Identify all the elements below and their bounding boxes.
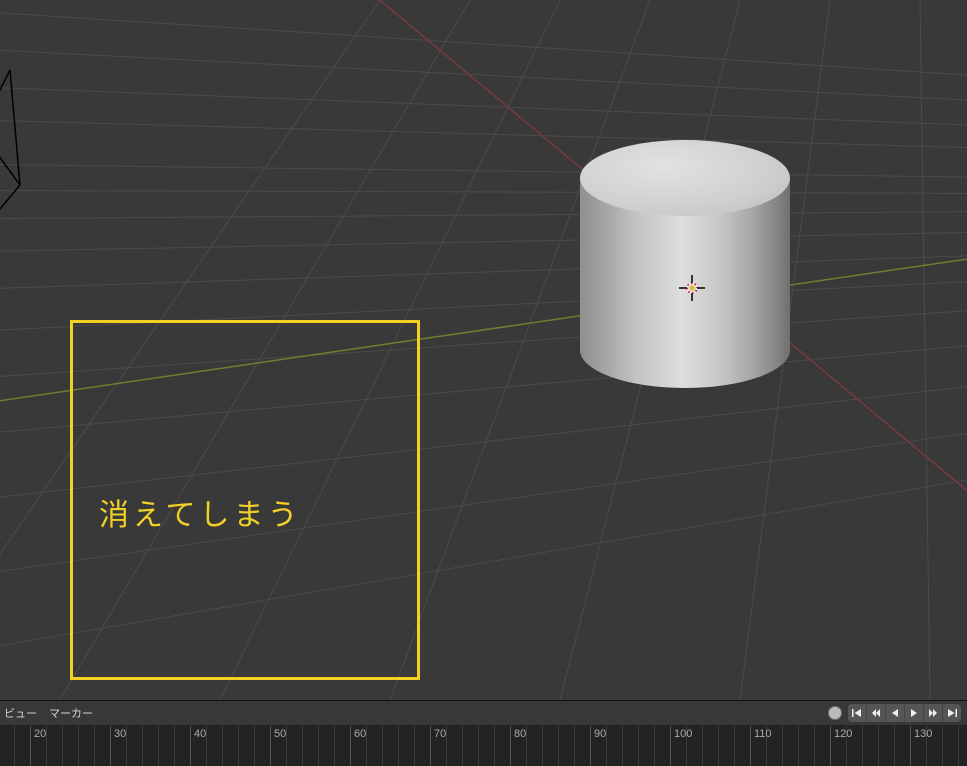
timeline-tick-label: 30 <box>114 728 126 740</box>
timeline-tick-label: 130 <box>914 728 932 740</box>
timeline-tick-major: 110 <box>750 726 751 766</box>
timeline-tick <box>862 726 863 766</box>
timeline-tick <box>702 726 703 766</box>
timeline-tick <box>878 726 879 766</box>
timeline-tick <box>622 726 623 766</box>
viewport-3d[interactable]: 消えてしまう <box>0 0 967 700</box>
timeline-tick <box>142 726 143 766</box>
timeline-tick-major: 80 <box>510 726 511 766</box>
timeline-tick <box>174 726 175 766</box>
auto-keying-toggle[interactable] <box>828 706 842 720</box>
timeline-tick-major: 40 <box>190 726 191 766</box>
timeline-tick-major: 60 <box>350 726 351 766</box>
timeline-menu-view[interactable]: ビュー <box>0 703 41 723</box>
timeline-tick-major: 90 <box>590 726 591 766</box>
timeline-tick <box>958 726 959 766</box>
cylinder-mesh[interactable] <box>580 140 790 420</box>
timeline-panel[interactable]: ビュー マーカー <box>0 700 967 765</box>
timeline-tick <box>62 726 63 766</box>
timeline-tick <box>414 726 415 766</box>
timeline-tick <box>478 726 479 766</box>
camera-wireframe <box>0 70 50 270</box>
timeline-menu-marker[interactable]: マーカー <box>45 703 97 723</box>
timeline-tick-major: 130 <box>910 726 911 766</box>
timeline-tick-label: 20 <box>34 728 46 740</box>
timeline-tick-label: 50 <box>274 728 286 740</box>
timeline-tick-label: 100 <box>674 728 692 740</box>
timeline-tick-major: 30 <box>110 726 111 766</box>
timeline-tick-major: 100 <box>670 726 671 766</box>
timeline-tick <box>398 726 399 766</box>
timeline-tick <box>894 726 895 766</box>
timeline-tick <box>734 726 735 766</box>
timeline-tick <box>94 726 95 766</box>
timeline-tick <box>14 726 15 766</box>
timeline-tick <box>574 726 575 766</box>
play-reverse-button[interactable] <box>886 704 905 722</box>
timeline-tick <box>494 726 495 766</box>
annotation-text: 消えてしまう <box>99 490 302 534</box>
timeline-tick <box>782 726 783 766</box>
timeline-tick-major: 50 <box>270 726 271 766</box>
timeline-tick <box>558 726 559 766</box>
timeline-tick-label: 80 <box>514 728 526 740</box>
play-button[interactable] <box>905 704 924 722</box>
timeline-tick-label: 90 <box>594 728 606 740</box>
timeline-tick-label: 120 <box>834 728 852 740</box>
timeline-tick <box>78 726 79 766</box>
jump-to-start-button[interactable] <box>848 704 867 722</box>
timeline-tick <box>638 726 639 766</box>
timeline-tick <box>158 726 159 766</box>
timeline-tick-major: 70 <box>430 726 431 766</box>
timeline-tick-label: 110 <box>754 728 772 740</box>
timeline-tick <box>814 726 815 766</box>
timeline-tick <box>238 726 239 766</box>
jump-to-end-button[interactable] <box>943 704 961 722</box>
timeline-tick <box>654 726 655 766</box>
timeline-tick <box>302 726 303 766</box>
timeline-tick <box>254 726 255 766</box>
playback-controls <box>828 704 961 722</box>
timeline-tick <box>382 726 383 766</box>
timeline-tick <box>222 726 223 766</box>
timeline-tick-major: 20 <box>30 726 31 766</box>
timeline-tick-label: 40 <box>194 728 206 740</box>
timeline-tick <box>798 726 799 766</box>
timeline-header: ビュー マーカー <box>0 701 967 726</box>
timeline-tick <box>318 726 319 766</box>
timeline-tick <box>942 726 943 766</box>
timeline-tick-major: 120 <box>830 726 831 766</box>
timeline-tick-label: 70 <box>434 728 446 740</box>
timeline-tick <box>462 726 463 766</box>
timeline-tick-label: 60 <box>354 728 366 740</box>
next-keyframe-button[interactable] <box>924 704 943 722</box>
timeline-tick <box>334 726 335 766</box>
prev-keyframe-button[interactable] <box>867 704 886 722</box>
timeline-tick <box>542 726 543 766</box>
timeline-ruler[interactable]: 20 30 40 50 60 70 80 90 100 110 120 130 <box>0 726 967 766</box>
timeline-tick <box>718 726 719 766</box>
